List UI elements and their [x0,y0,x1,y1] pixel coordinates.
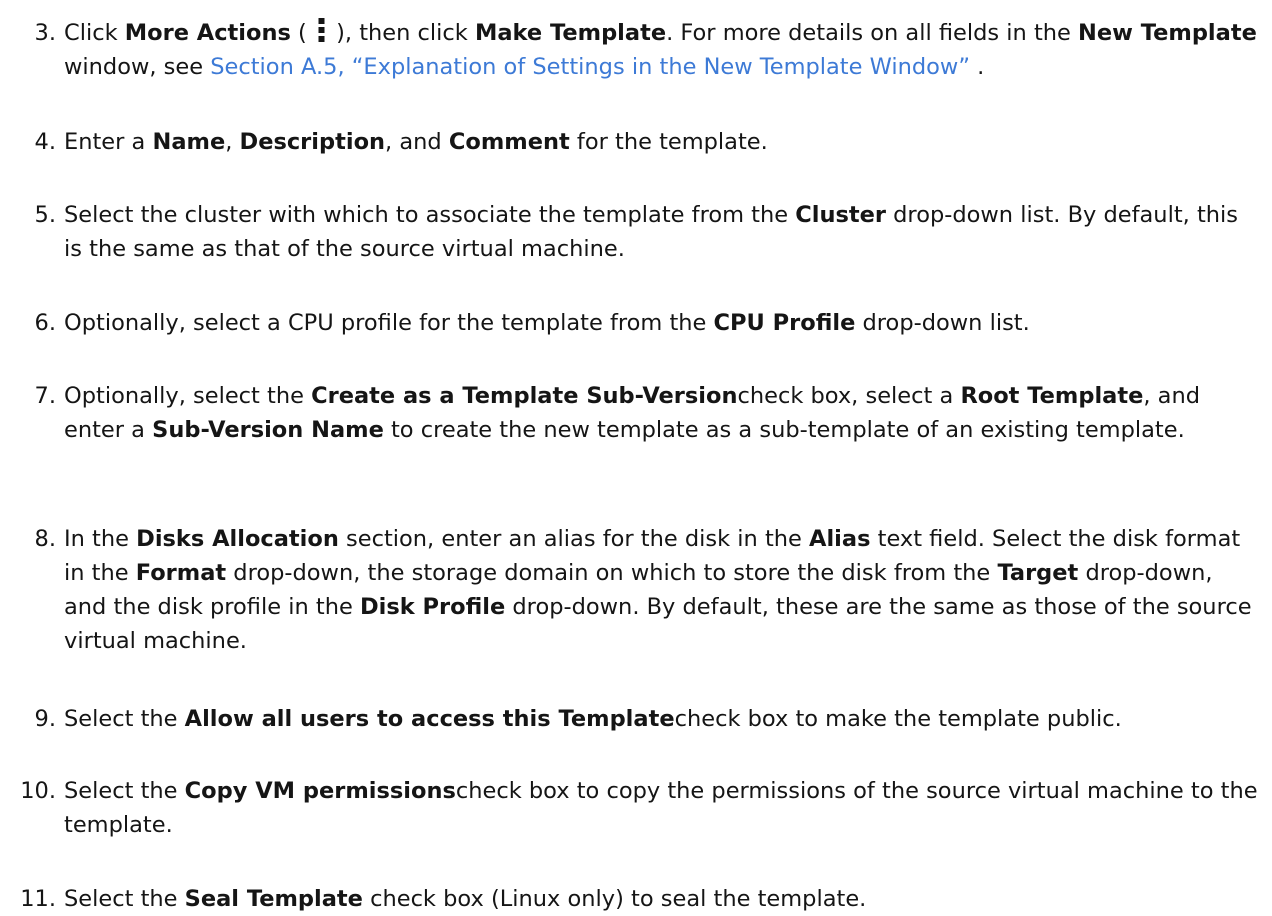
text-run: ), then click [328,20,475,46]
list-item-step-11: 11. Select the Seal Template check box (… [20,882,1258,916]
step-text: Select the Allow all users to access thi… [64,706,1122,732]
step-number: 4. [34,129,56,155]
step-number: 10. [20,778,56,804]
step-number: 11. [20,886,56,912]
text-run: . [970,54,985,80]
step-number: 8. [34,526,56,552]
step-number: 9. [34,706,56,732]
step-text: Enter a Name, Description, and Comment f… [64,129,768,155]
ui-term-disk-profile: Disk Profile [359,594,506,620]
text-run: Select the cluster with which to associa… [64,202,796,228]
text-run: Click [64,20,125,46]
text-run: for the template. [569,129,768,155]
text-run: Select the [64,886,185,912]
ui-term-copy-vm-permissions: Copy VM permissions [184,778,456,804]
text-run: drop-down, the storage domain on which t… [226,560,998,586]
ui-term-sub-version-name: Sub-Version Name [152,417,384,443]
document-body: 3. Click More Actions ( ), then click Ma… [0,0,1272,912]
step-number: 5. [34,202,56,228]
text-run: ( [290,20,314,46]
step-text: Click More Actions ( ), then click Make … [64,17,1257,80]
text-run: , [225,129,240,155]
section-a5-link[interactable]: Section A.5, “Explanation of Settings in… [210,54,970,80]
step-number: 3. [34,20,56,46]
text-run: to create the new template as a sub-temp… [383,417,1185,443]
ui-term-new-template: New Template [1078,20,1257,46]
list-item-step-9: 9. Select the Allow all users to access … [35,702,1258,736]
step-number: 7. [34,383,56,409]
step-text: Select the Copy VM permissionscheck box … [64,778,1258,838]
text-run: drop-down list. [855,310,1030,336]
text-run: check box, select a [737,383,961,409]
ui-term-seal-template: Seal Template [184,886,363,912]
text-run: Select the [64,778,185,804]
list-item-step-10: 10. Select the Copy VM permissionscheck … [20,774,1258,842]
ui-term-cluster: Cluster [795,202,886,228]
text-run: , and [385,129,449,155]
list-item-step-4: 4. Enter a Name, Description, and Commen… [35,125,1258,159]
ui-term-cpu-profile: CPU Profile [713,310,856,336]
ui-term-name: Name [152,129,226,155]
text-run: Optionally, select the [64,383,312,409]
step-text: Optionally, select a CPU profile for the… [64,310,1030,336]
step-text: Optionally, select the Create as a Templ… [64,383,1200,443]
text-run: check box to make the template public. [674,706,1122,732]
ui-term-root-template: Root Template [960,383,1144,409]
list-item-step-3: 3. Click More Actions ( ), then click Ma… [35,16,1258,84]
text-run: check box (Linux only) to seal the templ… [362,886,867,912]
ui-term-target: Target [997,560,1079,586]
text-run: Optionally, select a CPU profile for the… [64,310,714,336]
ui-term-disks-allocation: Disks Allocation [136,526,339,552]
kebab-icon [318,17,325,43]
step-text: In the Disks Allocation section, enter a… [64,526,1252,654]
ui-term-alias: Alias [809,526,871,552]
text-run: In the [64,526,137,552]
ui-term-create-as-sub-version: Create as a Template Sub-Version [311,383,738,409]
ui-term-make-template: Make Template [474,20,667,46]
ui-term-more-actions: More Actions [124,20,291,46]
list-item-step-6: 6. Optionally, select a CPU profile for … [35,306,1258,340]
text-run: . For more details on all fields in the [666,20,1079,46]
step-number: 6. [34,310,56,336]
ui-term-format: Format [135,560,227,586]
ui-term-description: Description [239,129,386,155]
text-run: window, see [64,54,211,80]
ui-term-comment: Comment [448,129,570,155]
list-item-step-8: 8. In the Disks Allocation section, ente… [35,522,1258,658]
list-item-step-5: 5. Select the cluster with which to asso… [35,198,1258,266]
list-item-step-7: 7. Optionally, select the Create as a Te… [35,379,1258,447]
step-text: Select the cluster with which to associa… [64,202,1238,262]
text-run: section, enter an alias for the disk in … [338,526,810,552]
text-run: Enter a [64,129,153,155]
ui-term-allow-all-users: Allow all users to access this Template [184,706,675,732]
step-text: Select the Seal Template check box (Linu… [64,886,866,912]
text-run: Select the [64,706,185,732]
